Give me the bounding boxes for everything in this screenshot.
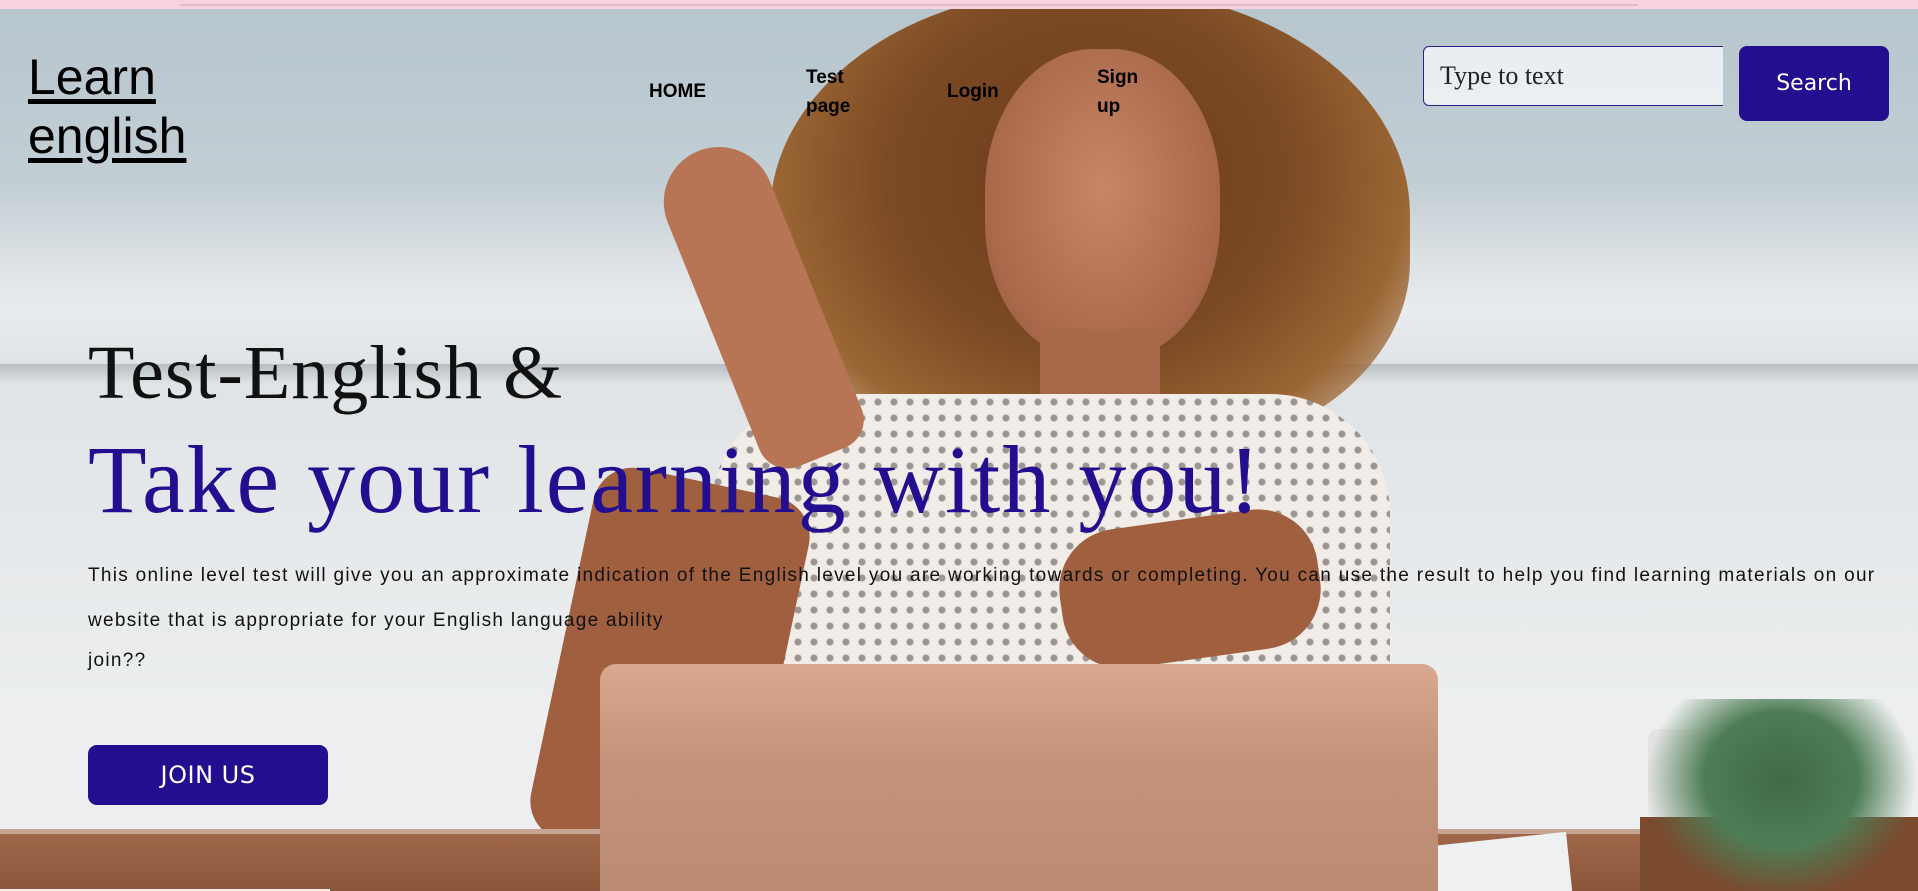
bg-plant (1645, 699, 1918, 891)
hero-description: This online level test will give you an … (88, 565, 1876, 631)
search-button[interactable]: Search (1739, 46, 1889, 121)
logo-line-2: english (28, 108, 187, 164)
nav-home[interactable]: HOME (649, 77, 706, 106)
bg-laptop (600, 664, 1438, 891)
join-us-button[interactable]: JOIN US (88, 745, 328, 805)
nav-login[interactable]: Login (947, 77, 999, 106)
hero-join-question: join?? (88, 650, 147, 671)
hero-heading-line-2: Take your learning with you! (88, 426, 1263, 533)
nav-test-page[interactable]: Test page (806, 63, 876, 121)
nav-sign-up[interactable]: Sign up (1097, 63, 1157, 121)
hero-heading-line-1: Test-English & (88, 331, 564, 415)
site-logo-link[interactable]: Learn english (28, 48, 228, 166)
top-strip (0, 0, 1918, 9)
search-input[interactable] (1423, 46, 1723, 106)
logo-line-1: Learn (28, 49, 156, 105)
